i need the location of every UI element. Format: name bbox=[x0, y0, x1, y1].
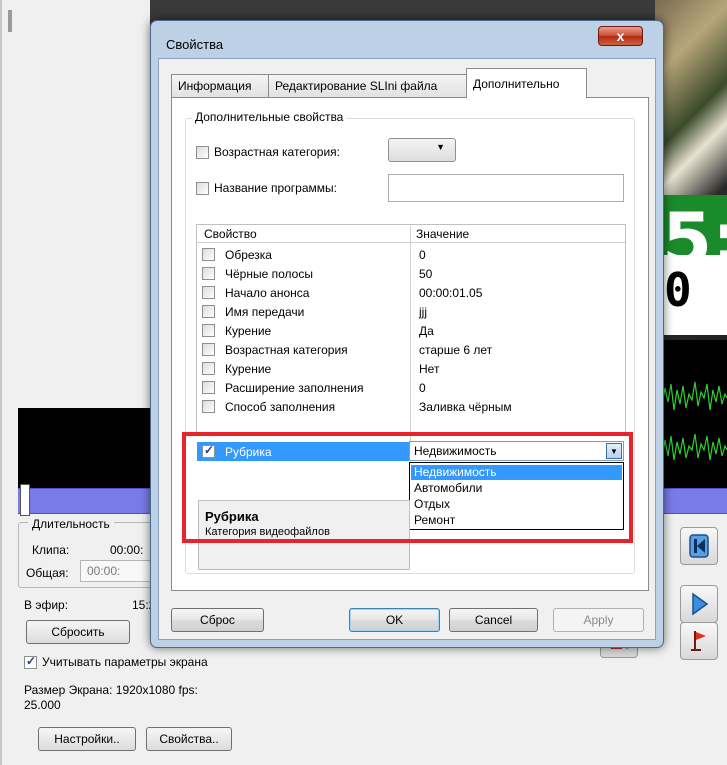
clip-value: 00:00: bbox=[110, 543, 144, 557]
row-checkbox[interactable] bbox=[202, 267, 215, 280]
table-row[interactable]: Курение Да bbox=[197, 321, 625, 340]
row-checkbox[interactable] bbox=[202, 362, 215, 375]
row-name: Обрезка bbox=[225, 248, 272, 262]
program-name-checkbox[interactable] bbox=[196, 182, 209, 195]
row-value: Да bbox=[419, 324, 434, 338]
row-value: jjj bbox=[419, 305, 427, 319]
row-name: Расширение заполнения bbox=[225, 381, 364, 395]
header-divider bbox=[197, 242, 625, 243]
chevron-down-icon: ▼ bbox=[436, 142, 445, 152]
row-value: 0 bbox=[419, 381, 426, 395]
row-name: Возрастная категория bbox=[225, 343, 348, 357]
play-icon bbox=[692, 592, 709, 616]
screen-fps-text: 25.000 bbox=[24, 698, 61, 712]
mark-out-button[interactable] bbox=[680, 622, 718, 660]
row-value: 50 bbox=[419, 267, 433, 281]
row-value: Нет bbox=[419, 362, 440, 376]
scroll-marker bbox=[8, 10, 12, 32]
total-label: Общая: bbox=[26, 566, 69, 580]
properties-button[interactable]: Свойства.. bbox=[146, 727, 232, 751]
flag-icon bbox=[691, 631, 706, 651]
table-row[interactable]: Имя передачи jjj bbox=[197, 302, 625, 321]
annotation-highlight-frame bbox=[182, 432, 633, 543]
ok-button[interactable]: OK bbox=[349, 608, 440, 632]
table-row[interactable]: Возрастная категория старше 6 лет bbox=[197, 340, 625, 359]
reset-button[interactable]: Сбросить bbox=[26, 620, 130, 644]
row-name: Чёрные полосы bbox=[225, 267, 313, 281]
total-value-field[interactable]: 00:00: bbox=[80, 560, 160, 582]
dialog-title: Свойства bbox=[166, 37, 224, 52]
tab-info[interactable]: Информация bbox=[171, 74, 269, 98]
onair-label: В эфир: bbox=[24, 598, 69, 612]
program-name-input[interactable] bbox=[388, 174, 624, 202]
table-row[interactable]: Курение Нет bbox=[197, 359, 625, 378]
row-value: 00:00:01.05 bbox=[419, 286, 483, 300]
row-checkbox[interactable] bbox=[202, 305, 215, 318]
row-checkbox[interactable] bbox=[202, 248, 215, 261]
table-row[interactable]: Расширение заполнения 0 bbox=[197, 378, 625, 397]
column-header-value[interactable]: Значение bbox=[416, 227, 469, 241]
table-row[interactable]: Способ заполнения Заливка чёрным bbox=[197, 397, 625, 416]
cancel-button[interactable]: Cancel bbox=[449, 608, 538, 632]
row-value: Заливка чёрным bbox=[419, 400, 512, 414]
row-name: Способ заполнения bbox=[225, 400, 336, 414]
skip-start-button[interactable] bbox=[680, 527, 718, 565]
reset-dialog-button[interactable]: Сброс bbox=[171, 608, 264, 632]
close-button[interactable]: x bbox=[598, 26, 643, 46]
screen-params-checkbox[interactable] bbox=[24, 654, 37, 669]
row-checkbox[interactable] bbox=[202, 343, 215, 356]
tab-extra[interactable]: Дополнительно bbox=[466, 68, 587, 98]
window-left-border bbox=[0, 0, 2, 765]
audio-waveform bbox=[655, 340, 727, 488]
group-title: Дополнительные свойства bbox=[192, 110, 347, 124]
row-value: старше 6 лет bbox=[419, 343, 493, 357]
row-value: 0 bbox=[419, 248, 426, 262]
row-checkbox[interactable] bbox=[202, 286, 215, 299]
clip-label: Клипа: bbox=[32, 543, 70, 557]
screen-params-label: Учитывать параметры экрана bbox=[42, 655, 208, 669]
table-row[interactable]: Обрезка 0 bbox=[197, 245, 625, 264]
age-category-label: Возрастная категория: bbox=[214, 145, 340, 159]
timeline-marker[interactable] bbox=[20, 484, 30, 516]
age-category-checkbox[interactable] bbox=[196, 146, 209, 159]
screen-size-text: Размер Экрана: 1920x1080 fps: bbox=[24, 683, 198, 697]
row-checkbox[interactable] bbox=[202, 324, 215, 337]
row-name: Курение bbox=[225, 324, 272, 338]
duration-group-title: Длительность bbox=[28, 517, 114, 531]
apply-button[interactable]: Apply bbox=[553, 608, 644, 632]
play-button[interactable] bbox=[680, 585, 718, 623]
small-timer-display: 0 : 0 bbox=[660, 255, 727, 335]
table-row[interactable]: Чёрные полосы 50 bbox=[197, 264, 625, 283]
age-category-select[interactable]: ▼ bbox=[388, 138, 456, 162]
skip-start-icon bbox=[689, 534, 709, 558]
row-name: Имя передачи bbox=[225, 305, 305, 319]
program-name-label: Название программы: bbox=[214, 181, 337, 195]
settings-button[interactable]: Настройки.. bbox=[38, 727, 136, 751]
row-name: Курение bbox=[225, 362, 272, 376]
column-header-property[interactable]: Свойство bbox=[204, 227, 257, 241]
row-checkbox[interactable] bbox=[202, 381, 215, 394]
row-checkbox[interactable] bbox=[202, 400, 215, 413]
table-row[interactable]: Начало анонса 00:00:01.05 bbox=[197, 283, 625, 302]
row-name: Начало анонса bbox=[225, 286, 310, 300]
tab-edit-slini[interactable]: Редактирование SLIni файла bbox=[268, 74, 467, 98]
